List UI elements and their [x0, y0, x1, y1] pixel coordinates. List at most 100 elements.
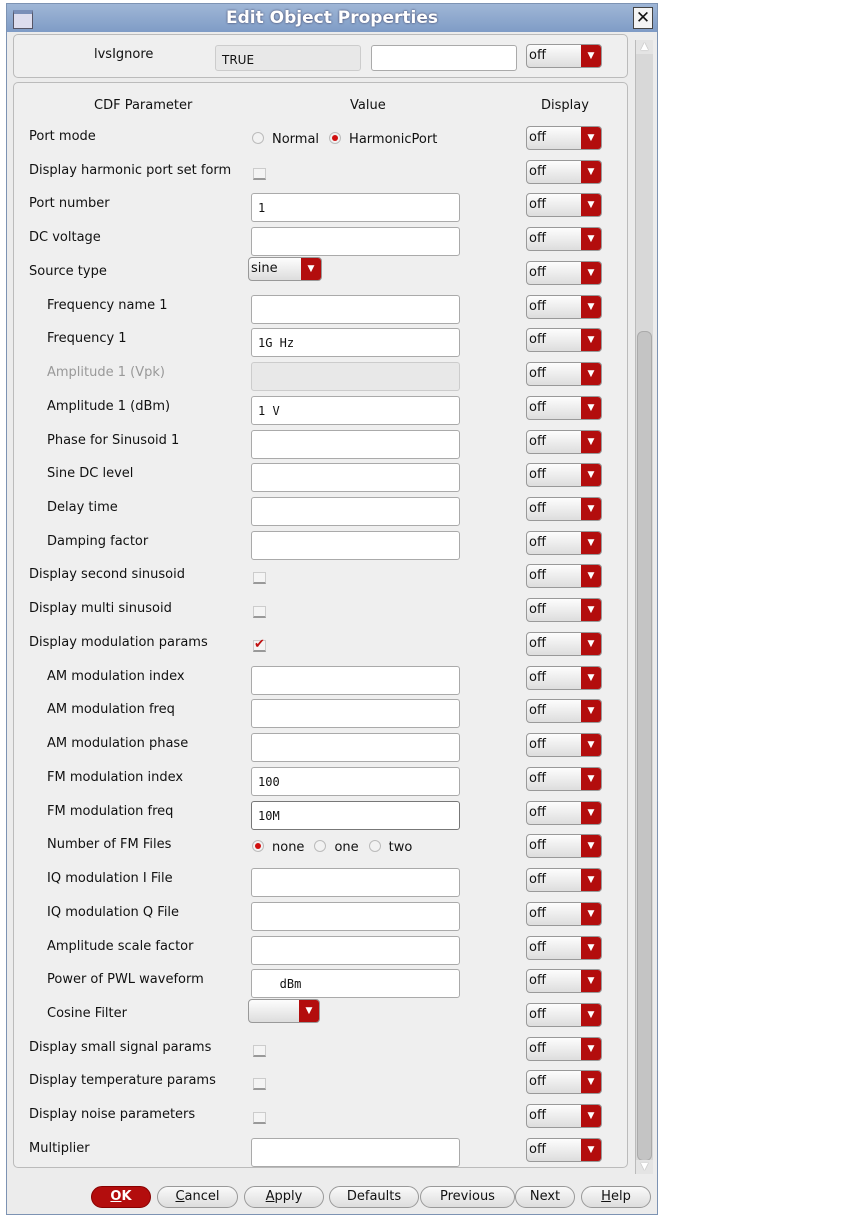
radio-button[interactable] — [368, 840, 381, 852]
parameter-value-field[interactable] — [251, 295, 460, 324]
display-dropdown[interactable]: off ▼ — [526, 531, 602, 555]
parameter-value-field[interactable]: 1G Hz — [251, 328, 460, 357]
close-button[interactable]: ✕ — [633, 7, 653, 29]
help-button[interactable]: Help — [581, 1186, 651, 1208]
display-dropdown[interactable]: off ▼ — [526, 969, 602, 993]
radio-button[interactable] — [314, 840, 327, 852]
radio-option-one[interactable]: one — [314, 840, 359, 855]
parameter-value-dropdown[interactable]: sine ▼ — [248, 257, 322, 281]
display-dropdown[interactable]: off ▼ — [526, 1037, 602, 1061]
radio-label: HarmonicPort — [349, 132, 438, 147]
vertical-scrollbar[interactable]: ▲ ▼ — [635, 40, 653, 1174]
parameter-value-field[interactable] — [251, 227, 460, 256]
parameter-value-field[interactable] — [251, 497, 460, 526]
defaults-button[interactable]: Defaults — [329, 1186, 419, 1208]
display-dropdown[interactable]: off ▼ — [526, 666, 602, 690]
radio-button[interactable] — [252, 840, 264, 852]
display-dropdown[interactable]: off ▼ — [526, 328, 602, 352]
parameter-label: Cosine Filter — [47, 1006, 127, 1021]
parameter-label: IQ modulation Q File — [47, 905, 180, 920]
apply-button[interactable]: Apply — [244, 1186, 324, 1208]
display-dropdown[interactable]: off ▼ — [526, 261, 602, 285]
parameter-checkbox[interactable]: ✔ — [253, 638, 266, 652]
display-dropdown[interactable]: off ▼ — [526, 193, 602, 217]
parameter-checkbox[interactable] — [253, 1112, 266, 1124]
dropdown-value: off — [529, 535, 546, 550]
lvsignore-extra-field[interactable] — [371, 45, 517, 71]
display-dropdown[interactable]: off ▼ — [526, 430, 602, 454]
display-dropdown[interactable]: off ▼ — [526, 699, 602, 723]
scrollbar-thumb[interactable] — [637, 331, 652, 1161]
display-dropdown[interactable]: off ▼ — [526, 362, 602, 386]
radio-option-normal[interactable]: Normal — [252, 132, 319, 147]
parameter-value-field[interactable] — [251, 902, 460, 931]
radio-button[interactable] — [252, 132, 264, 144]
radio-option-none[interactable]: none — [252, 840, 304, 855]
parameter-value-field[interactable] — [251, 733, 460, 762]
previous-button[interactable]: Previous — [420, 1186, 515, 1208]
parameter-value-field[interactable]: 10M — [251, 801, 460, 830]
display-dropdown[interactable]: off ▼ — [526, 126, 602, 150]
display-dropdown[interactable]: off ▼ — [526, 1070, 602, 1094]
display-dropdown[interactable]: off ▼ — [526, 1138, 602, 1162]
parameter-value-field[interactable] — [251, 463, 460, 492]
display-dropdown[interactable]: off ▼ — [526, 497, 602, 521]
next-button[interactable]: Next — [515, 1186, 575, 1208]
parameter-label: Multiplier — [29, 1141, 90, 1156]
parameter-value-field[interactable] — [251, 699, 460, 728]
dropdown-value: off — [529, 1142, 546, 1157]
chevron-down-icon: ▼ — [581, 1139, 601, 1161]
display-dropdown[interactable]: off ▼ — [526, 598, 602, 622]
lvsignore-display-dropdown[interactable]: off ▼ — [526, 44, 602, 68]
display-dropdown[interactable]: off ▼ — [526, 733, 602, 757]
parameter-value-field[interactable] — [251, 936, 460, 965]
chevron-down-icon: ▼ — [581, 937, 601, 959]
display-dropdown[interactable]: off ▼ — [526, 1003, 602, 1027]
parameter-value-field[interactable]: 1 — [251, 193, 460, 222]
parameter-value-field[interactable] — [251, 666, 460, 695]
chevron-down-icon: ▼ — [581, 161, 601, 183]
display-dropdown[interactable]: off ▼ — [526, 564, 602, 588]
display-dropdown[interactable]: off ▼ — [526, 396, 602, 420]
display-dropdown[interactable]: off ▼ — [526, 868, 602, 892]
parameter-checkbox[interactable] — [253, 1078, 266, 1090]
display-dropdown[interactable]: off ▼ — [526, 1104, 602, 1128]
parameter-checkbox[interactable] — [253, 1045, 266, 1057]
chevron-down-icon: ▼ — [581, 734, 601, 756]
display-dropdown[interactable]: off ▼ — [526, 227, 602, 251]
display-dropdown[interactable]: off ▼ — [526, 936, 602, 960]
parameter-value-field[interactable] — [251, 430, 460, 459]
parameter-label: IQ modulation I File — [47, 871, 173, 886]
parameter-value-field[interactable] — [251, 531, 460, 560]
radio-button[interactable] — [329, 132, 342, 144]
parameter-checkbox[interactable] — [253, 606, 266, 618]
display-dropdown[interactable]: off ▼ — [526, 463, 602, 487]
display-dropdown[interactable]: off ▼ — [526, 902, 602, 926]
display-dropdown[interactable]: off ▼ — [526, 767, 602, 791]
display-dropdown[interactable]: off ▼ — [526, 801, 602, 825]
parameter-value-dropdown[interactable]: ▼ — [248, 999, 320, 1023]
scroll-down-icon[interactable]: ▼ — [636, 1160, 653, 1174]
display-dropdown[interactable]: off ▼ — [526, 160, 602, 184]
scroll-up-icon[interactable]: ▲ — [636, 40, 653, 54]
parameter-label: FM modulation freq — [47, 804, 174, 819]
cdf-parameter-panel: CDF Parameter Value Display Port mode Nor… — [13, 82, 628, 1168]
parameter-value-field[interactable]: 1 V — [251, 396, 460, 425]
radio-option-two[interactable]: two — [368, 840, 412, 855]
title-bar[interactable]: Edit Object Properties ✕ — [7, 4, 657, 32]
display-dropdown[interactable]: off ▼ — [526, 834, 602, 858]
display-dropdown[interactable]: off ▼ — [526, 632, 602, 656]
chevron-down-icon: ▼ — [301, 258, 321, 280]
parameter-value-field[interactable] — [251, 1138, 460, 1167]
dropdown-value: off — [529, 636, 546, 651]
parameter-checkbox[interactable] — [253, 168, 266, 180]
display-dropdown[interactable]: off ▼ — [526, 295, 602, 319]
parameter-checkbox[interactable] — [253, 572, 266, 584]
radio-option-harmonicport[interactable]: HarmonicPort — [329, 132, 437, 147]
ok-button[interactable]: OK — [91, 1186, 151, 1208]
parameter-value-field[interactable]: 100 — [251, 767, 460, 796]
parameter-value-field[interactable] — [251, 868, 460, 897]
cancel-button[interactable]: Cancel — [157, 1186, 238, 1208]
parameter-value-field[interactable]: dBm — [251, 969, 460, 998]
chevron-down-icon: ▼ — [581, 565, 601, 587]
